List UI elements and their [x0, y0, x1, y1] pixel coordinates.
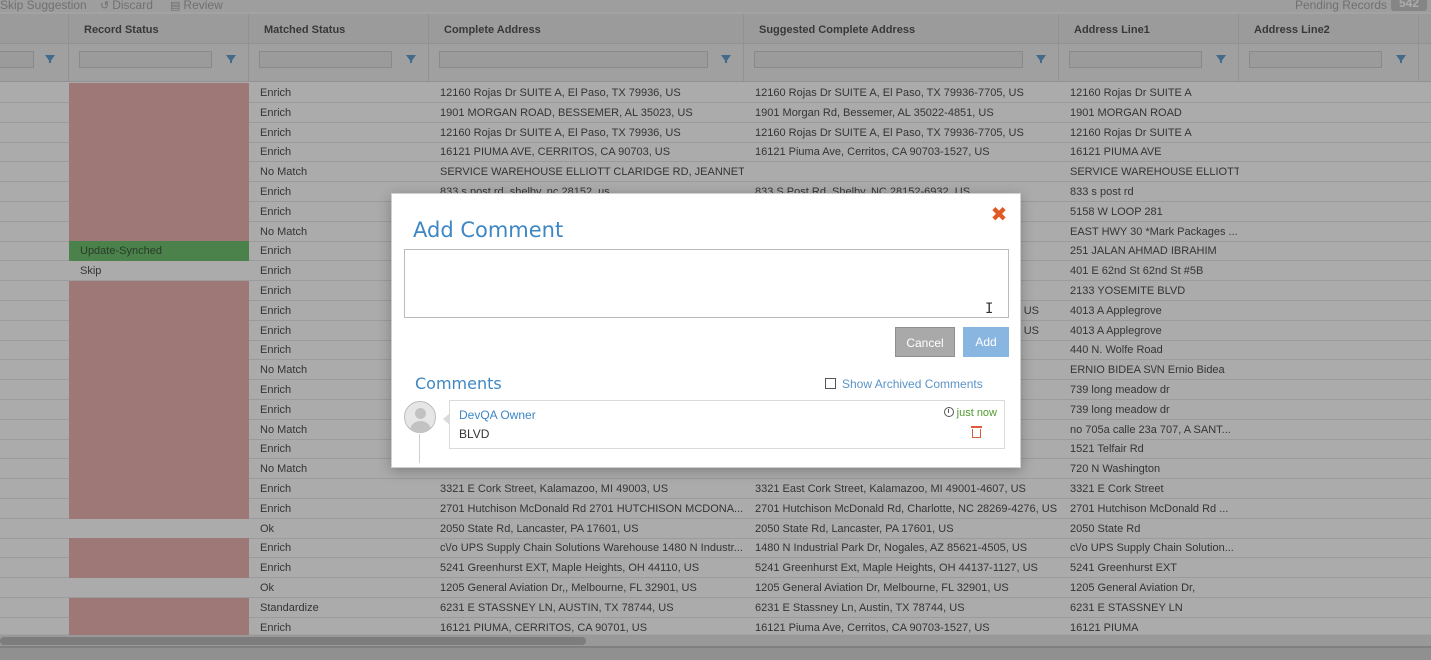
- add-comment-dialog: Add Comment ✖ I Cancel Add Comments Show…: [391, 193, 1021, 468]
- page: Skip Suggestion ↺ Discard ▤ Review Pending…: [0, 0, 1431, 660]
- text-cursor-icon: I: [985, 301, 994, 317]
- timeline-line: [419, 434, 420, 463]
- comment-author[interactable]: DevQA Owner: [459, 408, 536, 422]
- close-icon[interactable]: ✖: [990, 205, 1008, 225]
- show-archived-label: Show Archived Comments: [842, 377, 983, 391]
- comment-time: just now: [943, 407, 997, 419]
- cancel-button[interactable]: Cancel: [895, 327, 955, 357]
- comment-text: BLVD: [459, 427, 490, 441]
- comment-item: DevQA Owner just now BLVD: [443, 400, 1005, 449]
- add-button[interactable]: Add: [963, 327, 1009, 357]
- clock-icon: [943, 407, 954, 417]
- avatar: [404, 401, 436, 433]
- comments-heading: Comments: [415, 374, 502, 393]
- show-archived-checkbox[interactable]: Show Archived Comments: [825, 377, 983, 391]
- trash-icon[interactable]: [971, 426, 982, 438]
- checkbox-icon[interactable]: [825, 378, 836, 389]
- comment-textarea[interactable]: [404, 249, 1009, 318]
- dialog-title: Add Comment: [413, 218, 564, 242]
